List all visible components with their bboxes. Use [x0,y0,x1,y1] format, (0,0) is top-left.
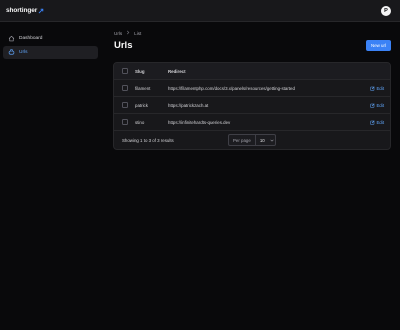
per-page-label: Per page [233,137,251,143]
top-bar: shortinger P [0,0,400,22]
table-footer: Showing 1 to 3 of 3 results Per page 10 [114,131,390,149]
sidebar-item-urls[interactable]: Urls [3,46,98,59]
user-avatar[interactable]: P [381,5,391,16]
row-checkbox[interactable] [122,102,128,108]
table-header: Slug Redirect [114,63,390,80]
sidebar-item-label: Urls [19,50,28,55]
table-row: patrick https://patrickzach.at Edit [114,97,390,114]
brand-mark-icon [38,8,44,13]
cell-redirect: https://filamentphp.com/docs/3.x/panels/… [168,85,295,91]
row-checkbox[interactable] [122,119,128,125]
sidebar: Dashboard Urls [0,22,104,330]
cell-redirect: https://patrickzach.at [168,102,209,108]
column-header-redirect: Redirect [168,68,186,74]
per-page-value: 10 [259,137,265,143]
pencil-icon [370,120,375,125]
edit-link[interactable]: Edit [370,120,384,125]
per-page-select[interactable]: Per page 10 [228,134,276,146]
sidebar-item-label: Dashboard [19,36,43,41]
select-all-checkbox[interactable] [122,68,128,74]
pencil-icon [370,86,375,91]
pencil-icon [370,103,375,108]
new-url-button[interactable]: New url [366,40,391,51]
home-icon [7,35,15,43]
edit-link[interactable]: Edit [370,86,384,91]
chevron-down-icon [270,138,274,143]
cell-slug: stino [135,119,145,125]
divider [254,134,256,146]
cell-slug: patrick [135,102,148,108]
edit-link[interactable]: Edit [370,103,384,108]
breadcrumb: Urls List [114,30,141,36]
brand-name: shortinger [6,7,38,14]
cell-redirect: https://infinitehardts-queries.dev [168,119,231,125]
sidebar-item-dashboard[interactable]: Dashboard [3,32,98,45]
row-checkbox[interactable] [122,85,128,91]
brand-logo[interactable]: shortinger [6,7,44,14]
chevron-right-icon [126,30,130,36]
cell-slug: filament [135,85,151,91]
urls-table: Slug Redirect filament https://filamentp… [113,62,391,150]
column-header-slug[interactable]: Slug [135,69,145,74]
edit-label: Edit [376,119,385,125]
edit-label: Edit [376,102,385,108]
table-row: filament https://filamentphp.com/docs/3.… [114,80,390,97]
pagination-summary: Showing 1 to 3 of 3 results [122,138,174,143]
link-icon [7,49,15,57]
edit-label: Edit [376,85,385,91]
page-title: Urls [114,40,133,51]
table-row: stino https://infinitehardts-queries.dev… [114,114,390,131]
breadcrumb-urls[interactable]: Urls [114,31,122,36]
breadcrumb-list: List [134,30,142,36]
